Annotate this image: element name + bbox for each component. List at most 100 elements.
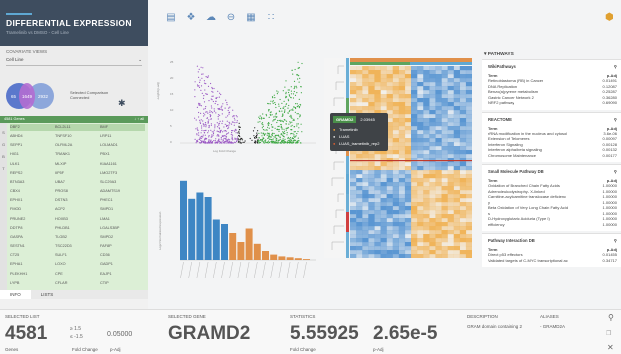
gene-cell[interactable]: TSC22D3	[55, 243, 100, 250]
gene-cell[interactable]: FMOD	[10, 206, 55, 213]
volcano-plot[interactable]: 2520151050	[168, 55, 318, 150]
gene-cell[interactable]: IIP5F	[55, 170, 100, 177]
gene-cell[interactable]: LYPB	[10, 280, 55, 287]
stat-fc-label: Fold Change	[290, 347, 316, 352]
gene-cell[interactable]: CPE	[55, 271, 100, 278]
copy-icon[interactable]: ❐	[606, 330, 611, 337]
document-icon[interactable]: ▤	[166, 12, 176, 24]
gene-cell[interactable]: UBA7	[55, 179, 100, 186]
gene-cell[interactable]: LOXO	[55, 261, 100, 268]
gene-cell[interactable]: PBX1	[100, 151, 145, 158]
volcano-point	[234, 141, 236, 144]
gene-side-marker[interactable]: B	[0, 154, 7, 159]
gene-cell[interactable]: BMF	[100, 124, 145, 132]
gene-cell[interactable]: SESTN1	[10, 243, 55, 250]
cube-icon[interactable]: ⬢	[605, 12, 614, 23]
gene-cell[interactable]: LOLMAD1	[100, 142, 145, 149]
heatmap-cell	[459, 170, 467, 175]
gene-cell[interactable]: LMO2TF3	[100, 170, 145, 177]
calendar-icon[interactable]: ▦	[246, 12, 256, 24]
gene-side-marker[interactable]: S	[0, 130, 7, 135]
label-icon[interactable]: ❖	[186, 12, 196, 24]
network-icon[interactable]: ✱	[118, 98, 126, 109]
gene-cell[interactable]: FAF8P	[100, 243, 145, 250]
gene-cell[interactable]: LRP11	[100, 133, 145, 140]
heatmap-cell	[447, 190, 454, 195]
gene-filter-toggle[interactable]: ↓ ↑ all	[134, 117, 144, 122]
gene-cell[interactable]: LGALS3BP	[100, 225, 145, 232]
expression-bar-chart[interactable]	[168, 165, 318, 290]
gene-cell[interactable]: ACP2	[55, 206, 100, 213]
heatmap-cell	[459, 94, 467, 99]
close-icon[interactable]: ✕	[607, 343, 614, 352]
gene-cell[interactable]: PROS8	[55, 188, 100, 195]
gene-cell[interactable]: DDTP8	[10, 225, 55, 232]
gene-cell[interactable]: EAJP1	[100, 271, 145, 278]
selected-gene-name: GRAMD2	[168, 323, 251, 344]
search-icon[interactable]: ⚲	[614, 64, 617, 69]
scatter-plot-icon[interactable]: ∷	[266, 12, 276, 24]
gene-cell[interactable]: CBX4	[10, 188, 55, 195]
tab-lists[interactable]: LISTS	[31, 290, 64, 299]
pathway-row[interactable]: efficiency 1.00000	[488, 222, 617, 228]
volcano-point	[259, 141, 262, 144]
volcano-point	[277, 125, 279, 128]
gene-side-marker[interactable]: G	[0, 142, 7, 147]
pathway-row[interactable]: NRF2 pathway 0.69090	[488, 100, 617, 106]
heatmap-cell	[411, 242, 418, 247]
gene-cell[interactable]: BTN3A3	[10, 179, 55, 186]
search-icon[interactable]: ⚲	[614, 117, 617, 122]
covariate-select[interactable]: Cell Line ⌄	[6, 57, 142, 66]
gene-cell[interactable]: EPHX1	[10, 197, 55, 204]
gene-cell[interactable]: CT25	[10, 252, 55, 259]
aliases-label: ALIASES	[540, 314, 559, 319]
heatmap[interactable]	[324, 58, 472, 258]
gene-cell[interactable]: PLEKHH1	[10, 271, 55, 278]
gene-cell[interactable]: CTIP	[100, 280, 145, 287]
gene-cell[interactable]: TNFSF10	[55, 133, 100, 140]
gene-cell[interactable]: SEPP1	[10, 142, 55, 149]
gene-cell[interactable]: CD36	[100, 252, 145, 259]
volcano-point	[237, 136, 239, 138]
tab-info[interactable]: INFO	[0, 290, 31, 299]
gene-cell[interactable]: LMA1	[100, 216, 145, 223]
gene-cell[interactable]: MLXIP	[55, 161, 100, 168]
cloud-upload-icon[interactable]: ☁	[206, 12, 216, 24]
volcano-point	[294, 94, 297, 96]
gene-cell[interactable]: SMPD1	[100, 206, 145, 213]
gene-cell[interactable]: CFLAR	[55, 280, 100, 287]
gene-cell[interactable]: ULK1	[10, 161, 55, 168]
gene-cell[interactable]: DBF2	[10, 124, 55, 132]
gene-cell[interactable]: DSTN3	[55, 197, 100, 204]
gene-cell[interactable]: BCL2L11	[55, 124, 100, 132]
gene-cell[interactable]: GASPA	[10, 234, 55, 241]
zoom-out-icon[interactable]: ⊖	[226, 12, 236, 24]
gene-cell[interactable]: ADAMTS19	[100, 188, 145, 195]
gene-cell[interactable]: HIG1	[10, 151, 55, 158]
pathway-row[interactable]: Chromosome Maintenance 0.00177	[488, 153, 617, 159]
pathway-row[interactable]: Validated targets of C-MYC transcription…	[488, 258, 617, 264]
gene-cell[interactable]: TLGB2	[55, 234, 100, 241]
gene-cell[interactable]: PHEC1	[100, 197, 145, 204]
volcano-point	[232, 116, 234, 118]
gene-cell[interactable]: GADP1	[100, 261, 145, 268]
gene-cell[interactable]: PRUNE2	[10, 216, 55, 223]
gene-cell[interactable]: PHLDB1	[55, 225, 100, 232]
gene-cell[interactable]: KIAA1161	[100, 161, 145, 168]
gene-cell[interactable]: ABHD4	[10, 133, 55, 140]
gene-cell[interactable]: SMPD2	[100, 234, 145, 241]
gene-cell[interactable]: OLFML2A	[55, 142, 100, 149]
search-icon[interactable]: ⚲	[614, 169, 617, 174]
search-icon[interactable]: ⚲	[614, 238, 617, 243]
heatmap-cell	[423, 198, 430, 203]
gene-cell[interactable]: HOXB3	[55, 216, 100, 223]
gene-side-marker[interactable]: T	[0, 166, 7, 171]
heatmap-cell	[459, 74, 467, 79]
gene-cell[interactable]: EPHA1	[10, 261, 55, 268]
gene-cell[interactable]: SULF1	[55, 252, 100, 259]
search-icon[interactable]: ⚲	[608, 313, 614, 322]
gene-cell[interactable]: TRANK1	[55, 151, 100, 158]
gene-cell[interactable]: REPS2	[10, 170, 55, 177]
gene-cell[interactable]: SLC29A3	[100, 179, 145, 186]
heatmap-cell	[404, 246, 412, 251]
